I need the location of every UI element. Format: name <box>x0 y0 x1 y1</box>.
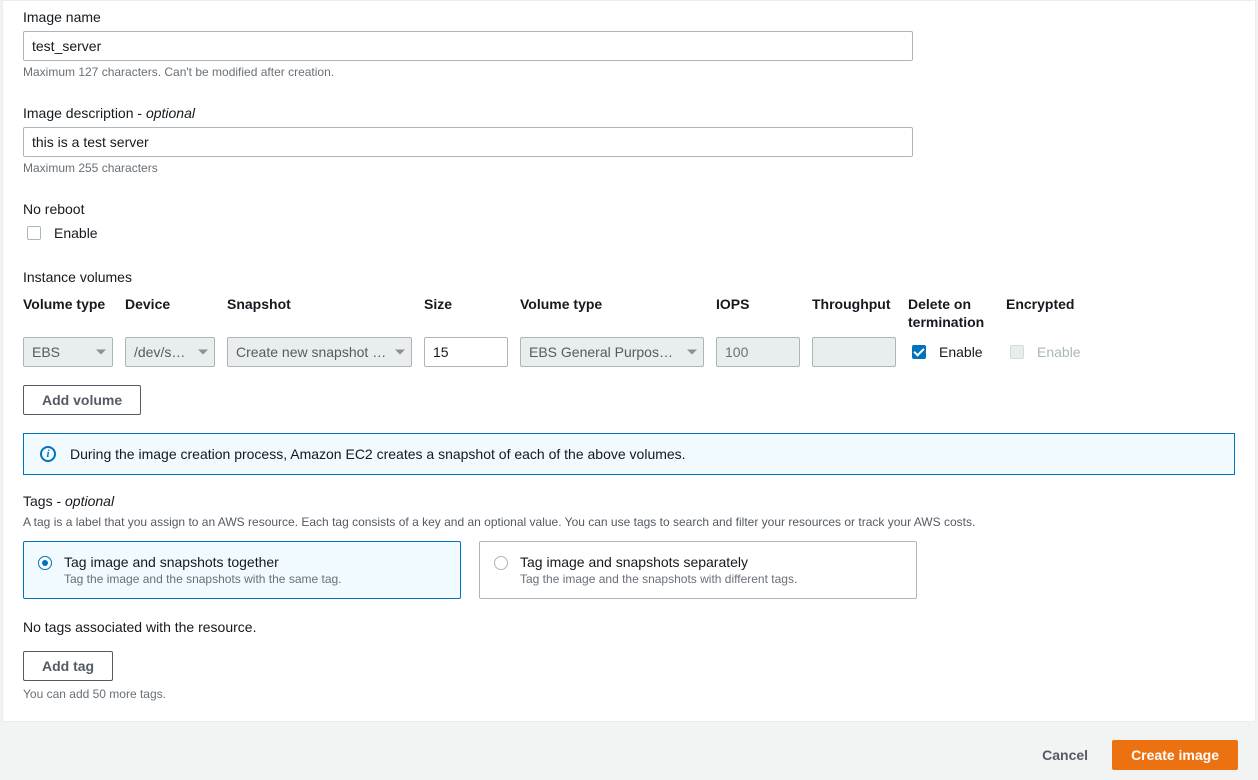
snapshot-info-box: i During the image creation process, Ama… <box>23 433 1235 475</box>
col-snapshot: Snapshot <box>227 295 412 333</box>
iops-input <box>716 337 800 367</box>
encrypted-checkbox <box>1010 345 1024 359</box>
volumes-table: Volume type EBS Device /dev/s… <box>23 295 1235 367</box>
no-reboot-group: No reboot Enable <box>23 201 1235 243</box>
tags-label: Tags - optional <box>23 493 1235 509</box>
image-description-hint: Maximum 255 characters <box>23 161 1235 175</box>
tags-group: Tags - optional A tag is a label that yo… <box>23 493 1235 701</box>
image-name-label: Image name <box>23 9 1235 25</box>
chevron-down-icon <box>395 350 405 355</box>
col-encrypted: Encrypted <box>1006 295 1092 333</box>
tag-separately-title: Tag image and snapshots separately <box>520 554 797 570</box>
add-tag-button[interactable]: Add tag <box>23 651 113 681</box>
col-throughput: Throughput <box>812 295 896 333</box>
col-volume-type-2: Volume type <box>520 295 704 333</box>
snapshot-select[interactable]: Create new snapshot fr… <box>227 337 412 367</box>
tag-mode-radio-group: Tag image and snapshots together Tag the… <box>23 541 1235 599</box>
snapshot-info-text: During the image creation process, Amazo… <box>70 446 686 462</box>
image-description-input[interactable] <box>23 127 913 157</box>
tag-together-title: Tag image and snapshots together <box>64 554 342 570</box>
cancel-button[interactable]: Cancel <box>1028 740 1102 770</box>
col-device: Device <box>125 295 215 333</box>
delete-on-termination-enable-label: Enable <box>939 344 983 360</box>
image-name-hint: Maximum 127 characters. Can't be modifie… <box>23 65 1235 79</box>
volume-type-2-value: EBS General Purpose SS… <box>529 344 679 360</box>
volume-type-1-value: EBS <box>32 344 60 360</box>
snapshot-value: Create new snapshot fr… <box>236 344 387 360</box>
col-iops: IOPS <box>716 295 800 333</box>
tags-remaining-hint: You can add 50 more tags. <box>23 687 1235 701</box>
dialog-footer: Cancel Create image <box>0 722 1258 780</box>
chevron-down-icon <box>198 350 208 355</box>
tags-description: A tag is a label that you assign to an A… <box>23 515 1235 529</box>
col-volume-type-1: Volume type <box>23 295 113 333</box>
radio-icon <box>38 556 52 570</box>
instance-volumes-label: Instance volumes <box>23 269 1235 285</box>
add-volume-button[interactable]: Add volume <box>23 385 141 415</box>
tags-label-text: Tags - <box>23 493 65 509</box>
radio-icon <box>494 556 508 570</box>
col-size: Size <box>424 295 508 333</box>
no-reboot-label: No reboot <box>23 201 1235 217</box>
tag-together-radio[interactable]: Tag image and snapshots together Tag the… <box>23 541 461 599</box>
no-reboot-checkbox[interactable] <box>27 226 41 240</box>
no-reboot-enable-label: Enable <box>54 225 98 241</box>
image-description-optional: optional <box>146 105 195 121</box>
tags-optional: optional <box>65 493 114 509</box>
tag-separately-radio[interactable]: Tag image and snapshots separately Tag t… <box>479 541 917 599</box>
device-select[interactable]: /dev/s… <box>125 337 215 367</box>
create-image-button[interactable]: Create image <box>1112 740 1238 770</box>
volume-type-1-select[interactable]: EBS <box>23 337 113 367</box>
image-description-label-text: Image description - <box>23 105 146 121</box>
image-description-label: Image description - optional <box>23 105 1235 121</box>
instance-volumes-group: Instance volumes Volume type EBS Device … <box>23 269 1235 475</box>
create-image-panel: Image name Maximum 127 characters. Can't… <box>2 0 1256 722</box>
image-description-group: Image description - optional Maximum 255… <box>23 105 1235 175</box>
device-value: /dev/s… <box>134 344 185 360</box>
throughput-input <box>812 337 896 367</box>
encrypted-enable-label: Enable <box>1037 344 1081 360</box>
no-tags-text: No tags associated with the resource. <box>23 619 1235 635</box>
size-input[interactable] <box>424 337 508 367</box>
chevron-down-icon <box>687 350 697 355</box>
image-name-input[interactable] <box>23 31 913 61</box>
tag-separately-sub: Tag the image and the snapshots with dif… <box>520 572 797 586</box>
delete-on-termination-checkbox[interactable] <box>912 345 926 359</box>
chevron-down-icon <box>96 350 106 355</box>
col-delete-on-term: Delete on termination <box>908 295 994 333</box>
volume-type-2-select[interactable]: EBS General Purpose SS… <box>520 337 704 367</box>
info-icon: i <box>40 446 56 462</box>
tag-together-sub: Tag the image and the snapshots with the… <box>64 572 342 586</box>
image-name-group: Image name Maximum 127 characters. Can't… <box>23 9 1235 79</box>
